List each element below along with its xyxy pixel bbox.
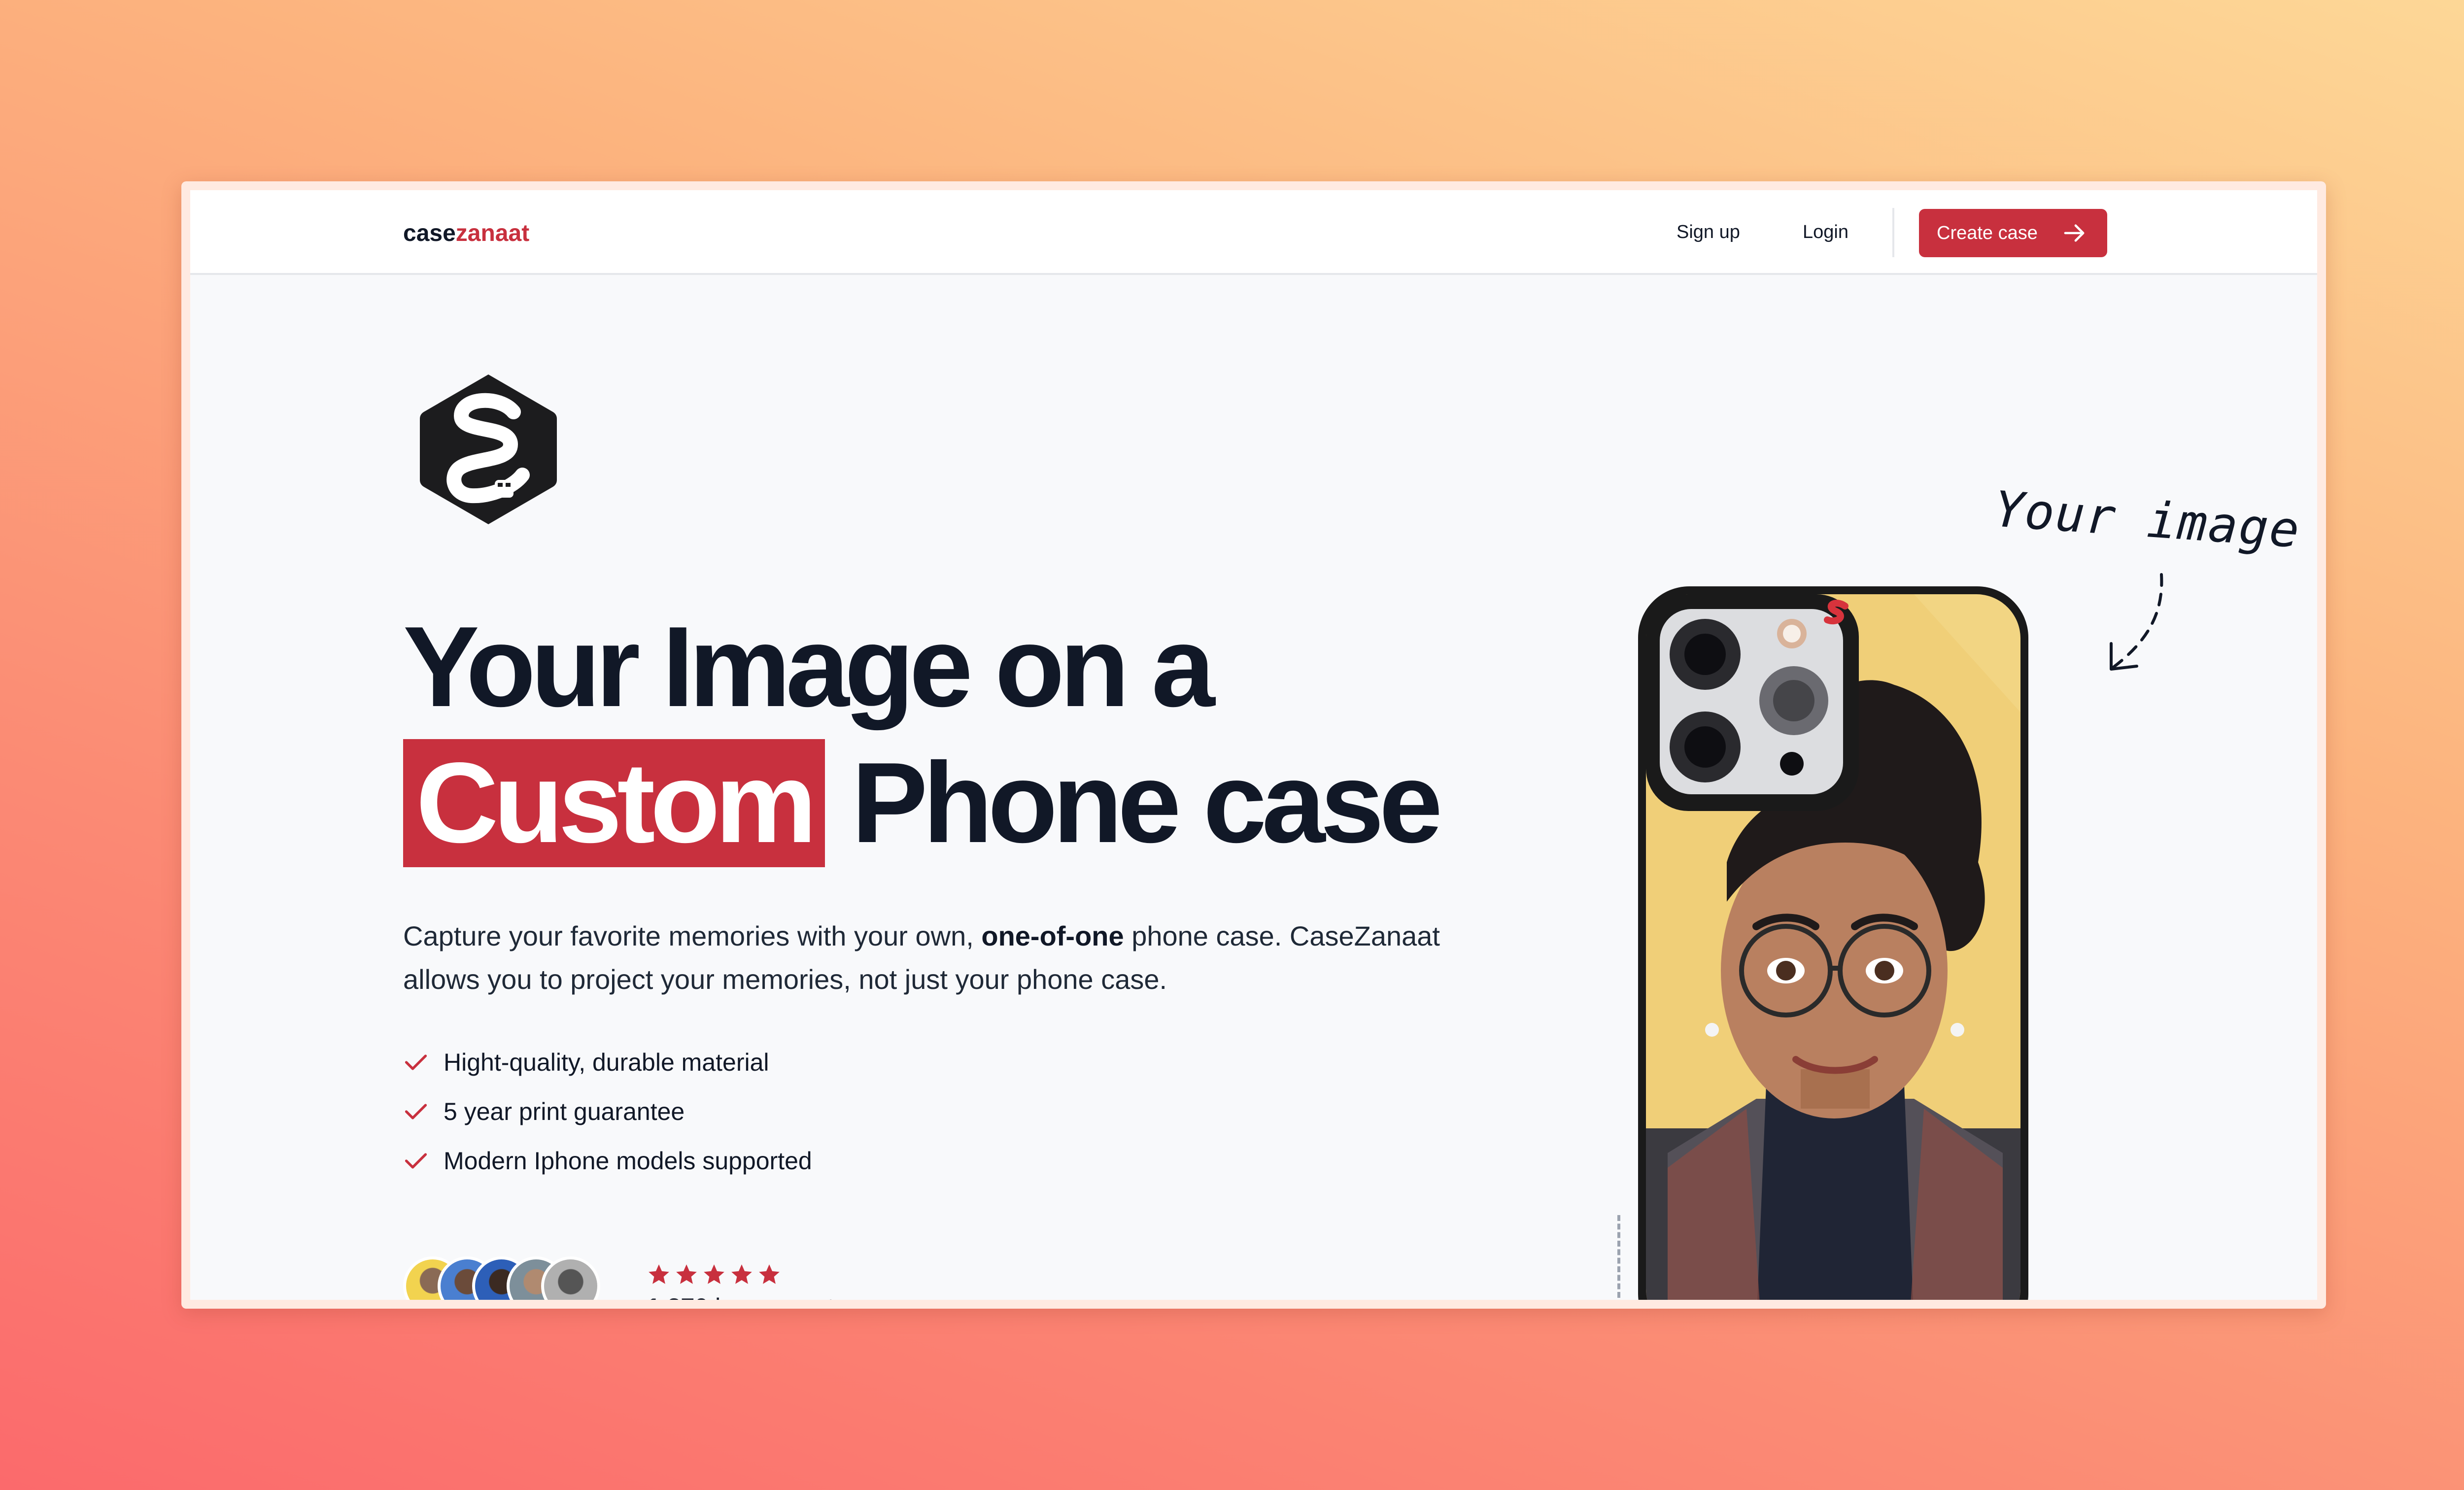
check-icon — [405, 1104, 427, 1119]
star-icon — [731, 1264, 752, 1284]
logo[interactable]: casezanaat — [403, 220, 529, 247]
navbar: casezanaat Sign up Login Create case — [190, 190, 2317, 275]
browser-window: casezanaat Sign up Login Create case You… — [181, 181, 2326, 1309]
your-image-annotation: Your image — [1992, 480, 2302, 559]
feature-text: 5 year print guarantee — [444, 1098, 685, 1125]
create-case-button[interactable]: Create case — [1919, 209, 2107, 257]
login-link[interactable]: Login — [1803, 222, 1848, 243]
customer-count-number: 1.270 — [647, 1293, 709, 1309]
feature-item: 5 year print guarantee — [403, 1087, 812, 1136]
feature-list: Hight-quality, durable material 5 year p… — [403, 1038, 812, 1185]
star-icon — [704, 1264, 724, 1284]
description-part-1: Capture your favorite memories with your… — [403, 920, 974, 951]
customer-avatars — [403, 1256, 615, 1300]
headline-highlight: Custom — [403, 739, 825, 867]
customer-count-label: happy customers — [715, 1293, 903, 1309]
customer-count: 1.270 happy customers — [647, 1293, 903, 1309]
star-icon — [759, 1264, 780, 1284]
curved-arrow-icon — [2110, 573, 2163, 671]
avatar — [541, 1256, 600, 1300]
logo-part-1: case — [403, 220, 456, 246]
description-bold: one-of-one — [981, 920, 1124, 951]
hero-description: Capture your favorite memories with your… — [403, 914, 1463, 1001]
star-icon — [676, 1264, 697, 1284]
create-case-label: Create case — [1937, 222, 2038, 243]
arrow-right-icon — [2064, 224, 2085, 242]
hero-headline: Your Image on a Custom Phone case — [403, 599, 1443, 871]
check-icon — [405, 1054, 427, 1070]
nav-divider — [1892, 208, 1894, 257]
logo-part-2: zanaat — [455, 220, 530, 246]
headline-line-2: Phone case — [852, 739, 1442, 867]
feature-text: Hight-quality, durable material — [444, 1049, 769, 1076]
check-icon — [405, 1153, 427, 1169]
feature-item: Modern Iphone models supported — [403, 1136, 812, 1185]
signup-link[interactable]: Sign up — [1677, 222, 1740, 243]
rating-stars — [647, 1262, 782, 1287]
phone-case-preview — [1638, 586, 2028, 1300]
hex-logo-icon — [420, 374, 557, 524]
star-icon — [649, 1264, 669, 1284]
feature-text: Modern Iphone models supported — [444, 1147, 812, 1175]
headline-line-1: Your Image on a — [403, 603, 1215, 731]
feature-item: Hight-quality, durable material — [403, 1038, 812, 1087]
dashed-guide-line — [1617, 1215, 1620, 1300]
